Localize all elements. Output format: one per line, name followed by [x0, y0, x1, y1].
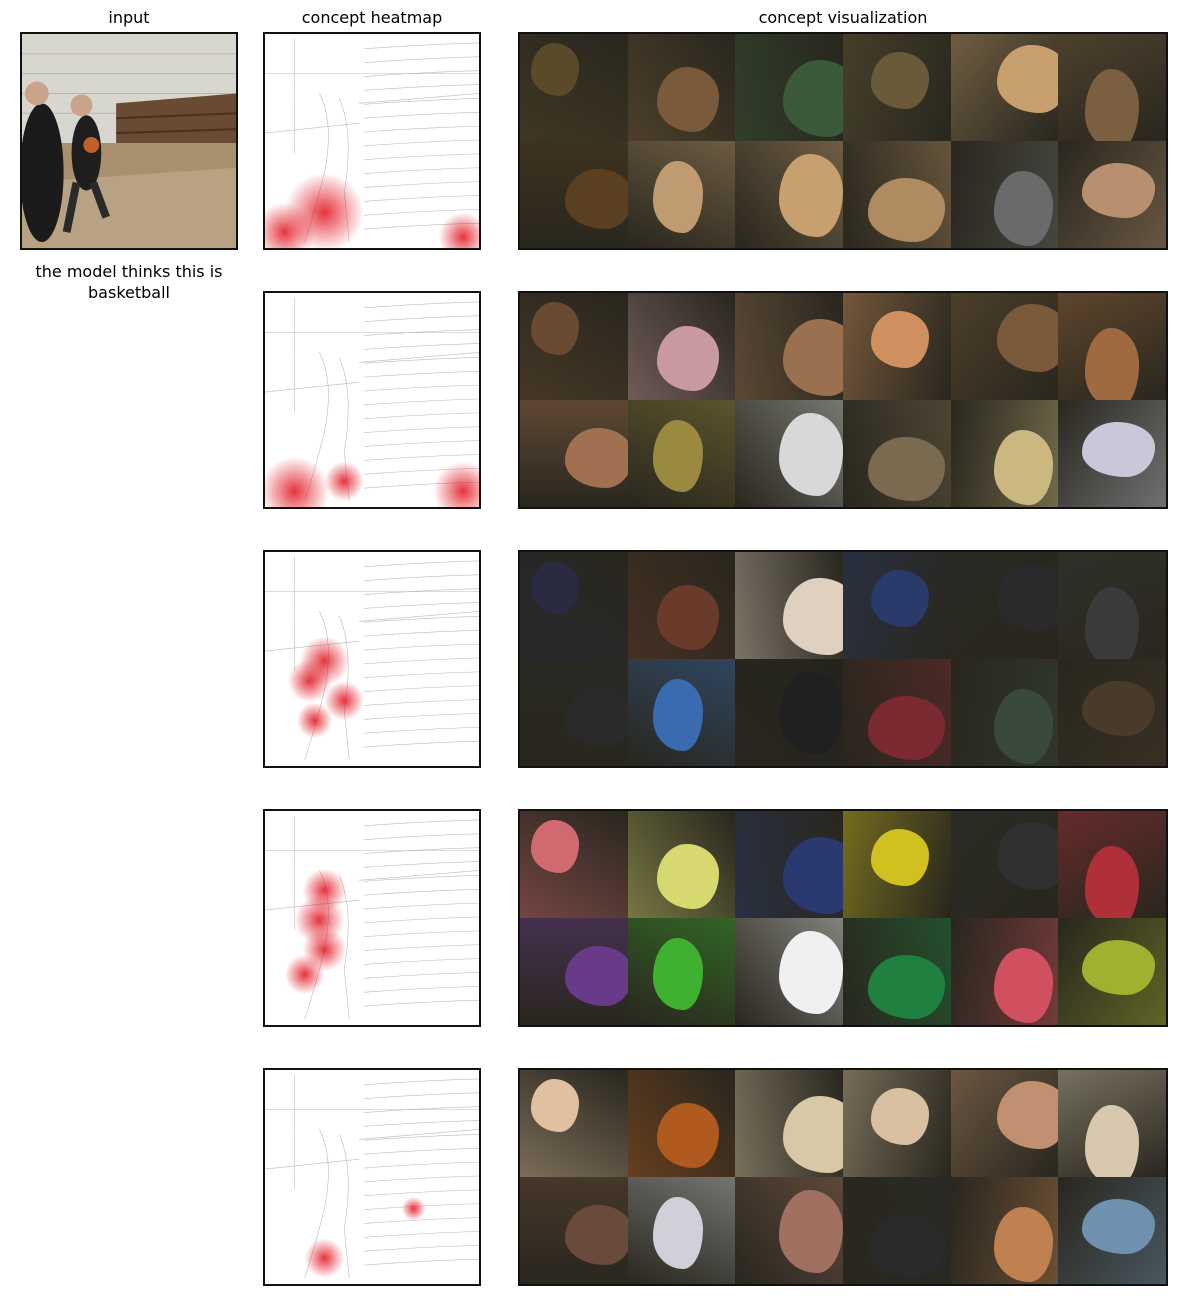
heatmap-floor-edges-icon [265, 297, 479, 507]
prediction-caption: the model thinks this is basketball [35, 262, 223, 302]
concept-example-tile [842, 918, 951, 1025]
concept-example-tile [950, 552, 1059, 659]
concept-example-tile [735, 400, 843, 507]
concept-example-tile [950, 400, 1059, 507]
concept-example-tile [1058, 811, 1166, 918]
concept-example-tile [1058, 552, 1166, 659]
concept-example-tile [735, 1177, 843, 1284]
concept-example-tile [1058, 34, 1166, 141]
concept-example-tile [1058, 1070, 1166, 1177]
concept-example-tile [520, 811, 628, 918]
column-title-visualization: concept visualization [758, 8, 928, 27]
concept-heatmap-2 [263, 291, 481, 509]
concept-visualization-4 [518, 809, 1168, 1027]
concept-visualization-2 [518, 291, 1168, 509]
concept-example-tile [1058, 1177, 1166, 1284]
heatmap-floor-lower-left-icon [265, 38, 479, 248]
concept-example-tile [950, 293, 1059, 400]
concept-example-tile [950, 811, 1059, 918]
concept-example-tile [520, 141, 628, 248]
concept-example-tile [950, 1177, 1059, 1284]
concept-example-tile [627, 918, 736, 1025]
concept-example-tile [627, 400, 736, 507]
concept-visualization-3 [518, 550, 1168, 768]
concept-example-tile [1058, 141, 1166, 248]
concept-example-tile [950, 659, 1059, 766]
concept-example-tile [627, 293, 736, 400]
concept-example-tile [950, 34, 1059, 141]
concept-example-tile [1058, 293, 1166, 400]
concept-heatmap-4 [263, 809, 481, 1027]
concept-example-tile [842, 811, 951, 918]
concept-visualization-5 [518, 1068, 1168, 1286]
concept-example-tile [735, 552, 843, 659]
concept-example-tile [520, 1177, 628, 1284]
concept-example-tile [842, 1177, 951, 1284]
concept-example-tile [520, 552, 628, 659]
concept-example-tile [520, 34, 628, 141]
concept-example-tile [842, 34, 951, 141]
concept-example-tile [1058, 659, 1166, 766]
heatmap-floor-faint-icon [265, 1074, 479, 1279]
input-image [20, 32, 238, 250]
concept-example-tile [627, 552, 736, 659]
concept-example-tile [735, 1070, 843, 1177]
concept-example-tile [627, 34, 736, 141]
concept-example-tile [1058, 918, 1166, 1025]
concept-example-tile [842, 552, 951, 659]
concept-example-tile [520, 293, 628, 400]
concept-example-tile [842, 1070, 951, 1177]
concept-example-tile [520, 1070, 628, 1177]
concept-example-tile [735, 811, 843, 918]
concept-example-tile [735, 141, 843, 248]
concept-example-tile [735, 918, 843, 1025]
concept-heatmap-1 [263, 32, 481, 250]
column-title-heatmap: concept heatmap [301, 8, 443, 27]
concept-example-tile [950, 1070, 1059, 1177]
concept-example-tile [627, 659, 736, 766]
concept-example-tile [735, 293, 843, 400]
concept-example-tile [520, 400, 628, 507]
column-title-input: input [108, 8, 150, 27]
concept-example-tile [735, 659, 843, 766]
concept-heatmap-5 [263, 1068, 481, 1286]
concept-example-tile [735, 34, 843, 141]
concept-example-tile [950, 918, 1059, 1025]
concept-example-tile [950, 141, 1059, 248]
concept-visualization-1 [518, 32, 1168, 250]
concept-example-tile [842, 400, 951, 507]
concept-example-tile [842, 141, 951, 248]
concept-example-tile [842, 659, 951, 766]
basketball-gym-photo-icon [22, 34, 236, 248]
heatmap-ball-and-player-icon [265, 815, 479, 1020]
concept-example-tile [627, 141, 736, 248]
heatmap-player-figure-icon [265, 556, 479, 761]
concept-example-tile [627, 1177, 736, 1284]
concept-example-tile [520, 659, 628, 766]
concept-example-tile [627, 1070, 736, 1177]
concept-example-tile [627, 811, 736, 918]
concept-example-tile [842, 293, 951, 400]
concept-heatmap-3 [263, 550, 481, 768]
concept-example-tile [520, 918, 628, 1025]
concept-example-tile [1058, 400, 1166, 507]
